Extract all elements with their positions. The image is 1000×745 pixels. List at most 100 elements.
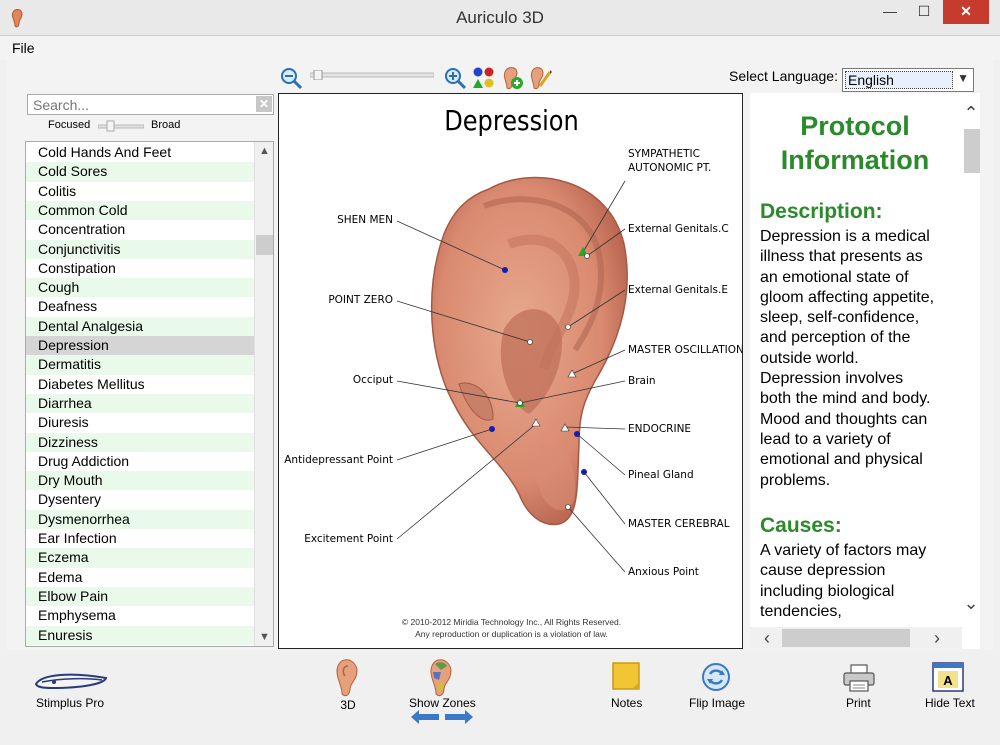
text-line: both the mind and body.	[760, 390, 931, 408]
text-line: problems.	[760, 471, 831, 489]
text-line: outside world.	[760, 349, 859, 367]
menu-bar: File	[0, 36, 1000, 60]
chevron-left-icon[interactable]: ‹	[764, 627, 770, 649]
list-item[interactable]: Colitis	[26, 182, 254, 201]
text-line: Mood and thoughts can	[760, 410, 928, 428]
clear-icon[interactable]: ✕	[256, 96, 272, 112]
list-item[interactable]: Dermatitis	[26, 355, 254, 375]
flip-image-icon[interactable]	[701, 662, 731, 692]
label-brain: Brain	[628, 375, 656, 387]
label-external-genitals-c: External Genitals.C	[628, 223, 729, 235]
label-point-zero: POINT ZERO	[328, 294, 393, 306]
hide-text-label[interactable]: Hide Text	[925, 696, 975, 710]
chevron-up-icon[interactable]: ⌃	[962, 103, 980, 124]
list-item[interactable]: Dry Mouth	[26, 471, 254, 491]
list-item[interactable]: Conjunctivitis	[26, 239, 254, 259]
list-scrollbar[interactable]: ▲ ▼	[254, 142, 273, 646]
text-line: an emotional state of	[760, 268, 909, 286]
label-anxious-point: Anxious Point	[628, 566, 699, 578]
list-item[interactable]: Cold Hands And Feet	[26, 143, 254, 162]
list-item[interactable]: Edema	[26, 568, 254, 587]
description-text: Depression is a medical illness that pres…	[760, 227, 960, 491]
vertical-scroll-thumb[interactable]	[964, 129, 980, 173]
maximize-button[interactable]: ☐	[907, 0, 941, 24]
show-zones-label[interactable]: Show Zones	[409, 696, 476, 710]
text-line: Depression is a medical	[760, 228, 930, 245]
focused-label: Focused	[48, 119, 91, 131]
conditions-list: Cold Hands And Feet Cold Sores Colitis Comm…	[25, 141, 274, 647]
protocol-horizontal-scrollbar[interactable]: ‹ ›	[750, 627, 962, 649]
ear-3d-icon[interactable]	[333, 658, 361, 698]
list-item[interactable]: Diuresis	[26, 413, 254, 432]
close-button[interactable]: ✕	[943, 0, 989, 24]
list-item[interactable]: Deafness	[26, 297, 254, 316]
list-item[interactable]: Constipation	[26, 259, 254, 278]
zoom-in-icon[interactable]	[443, 66, 467, 90]
scroll-up-icon[interactable]: ▲	[255, 142, 273, 160]
shapes-icon[interactable]	[472, 66, 496, 90]
causes-text: A variety of factors may cause depression…	[760, 541, 960, 622]
text-line: and perception of the	[760, 329, 911, 347]
minimize-button[interactable]: —	[873, 0, 907, 24]
search-input[interactable]	[28, 95, 254, 114]
list-item[interactable]: Dental Analgesia	[26, 316, 254, 336]
list-item[interactable]: Diarrhea	[26, 393, 254, 414]
label-occiput: Occiput	[352, 374, 393, 386]
print-label[interactable]: Print	[846, 696, 871, 710]
label-pineal-gland: Pineal Gland	[628, 469, 694, 481]
list-item[interactable]: Common Cold	[26, 200, 254, 221]
language-value: English	[845, 71, 953, 89]
list-item[interactable]: Concentration	[26, 220, 254, 239]
printer-icon[interactable]	[843, 664, 875, 692]
list-item[interactable]: Drug Addiction	[26, 452, 254, 471]
list-item[interactable]: Cough	[26, 278, 254, 298]
horizontal-scroll-thumb[interactable]	[782, 629, 910, 647]
copyright-line-1: © 2010-2012 Miridia Technology Inc., All…	[401, 617, 622, 627]
list-item[interactable]: Dysmenorrhea	[26, 509, 254, 529]
text-line: illness that presents as	[760, 248, 923, 266]
list-item[interactable]: Ear Infection	[26, 529, 254, 548]
protocol-vertical-scrollbar[interactable]: ⌃ ⌄	[962, 93, 980, 623]
search-box: ✕	[27, 94, 274, 115]
list-item[interactable]: Depression	[26, 336, 254, 356]
chevron-right-icon[interactable]: ›	[934, 627, 940, 649]
ear-zones-icon[interactable]	[427, 658, 455, 698]
list-item[interactable]: Diabetes Mellitus	[26, 375, 254, 394]
edit-ear-icon[interactable]	[528, 66, 552, 90]
list-item[interactable]: Enuresis	[26, 625, 254, 645]
protocol-title: Protocol Information	[750, 109, 960, 177]
label-excitement-point: Excitement Point	[304, 533, 393, 545]
stimplus-pro-label[interactable]: Stimplus Pro	[36, 696, 104, 710]
3d-label[interactable]: 3D	[336, 698, 360, 712]
flip-image-label[interactable]: Flip Image	[689, 696, 745, 710]
zone-arrows-icon[interactable]	[411, 710, 473, 724]
list-item[interactable]: Emphysema	[26, 606, 254, 625]
menu-file[interactable]: File	[12, 40, 35, 56]
notes-label[interactable]: Notes	[611, 696, 642, 710]
zoom-out-icon[interactable]	[279, 66, 303, 90]
notes-icon[interactable]	[612, 662, 640, 690]
label-autonomic-pt: AUTONOMIC PT.	[628, 162, 712, 174]
label-sympathetic: SYMPATHETIC	[628, 148, 700, 160]
copyright-line-2: Any reproduction or duplication is a vio…	[415, 629, 608, 639]
list-item[interactable]: Dizziness	[26, 432, 254, 452]
language-select[interactable]: English ▼	[842, 68, 974, 92]
text-line: gloom affecting appetite,	[760, 288, 935, 306]
causes-heading: Causes:	[760, 514, 842, 537]
list-item[interactable]: Elbow Pain	[26, 586, 254, 607]
list-item[interactable]: Eczema	[26, 548, 254, 568]
text-line: Depression involves	[760, 370, 904, 388]
title-bar: Auriculo 3D — ☐ ✕	[0, 0, 1000, 36]
focus-slider[interactable]	[98, 120, 144, 132]
hide-text-icon[interactable]: A	[932, 662, 964, 692]
text-line: cause depression	[760, 562, 886, 580]
list-item[interactable]: Dysentery	[26, 490, 254, 509]
list-item[interactable]: Cold Sores	[26, 162, 254, 182]
add-ear-icon[interactable]	[500, 66, 524, 90]
zoom-slider[interactable]	[310, 70, 434, 80]
chevron-down-icon[interactable]: ⌄	[962, 593, 980, 614]
scroll-thumb[interactable]	[256, 235, 273, 255]
stimplus-device-icon[interactable]	[32, 668, 110, 692]
scroll-down-icon[interactable]: ▼	[255, 628, 273, 646]
ear-image-panel: Depression SHEN MEN POINT ZERO Occiput A…	[278, 93, 743, 649]
